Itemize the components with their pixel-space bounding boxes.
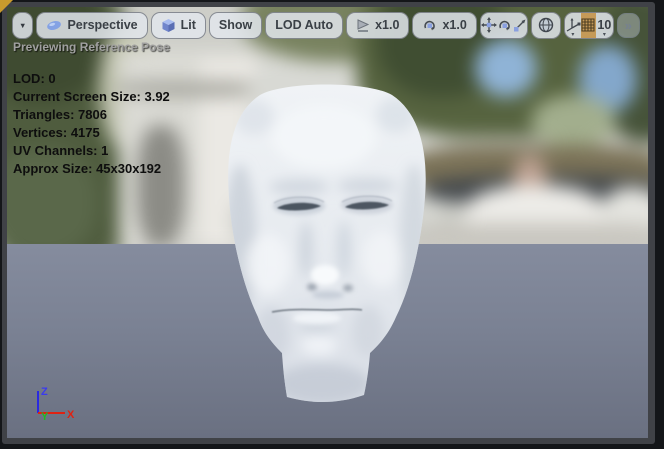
- rotate-tool-button[interactable]: [497, 13, 512, 38]
- turntable-speed-label: x1.0: [442, 18, 466, 32]
- viewport-options-button[interactable]: ▼: [12, 12, 33, 39]
- mesh-preview-window: ▼ Perspective Lit Show: [0, 0, 664, 449]
- turntable-speed-button[interactable]: x1.0: [412, 12, 476, 39]
- axis-z-label: Z: [41, 386, 48, 398]
- chevron-down-icon: ▾: [565, 32, 581, 38]
- lit-label: Lit: [181, 18, 196, 32]
- transform-tools-group: [480, 12, 528, 39]
- grid-snap-size-button[interactable]: 10 ▾: [596, 13, 613, 38]
- overflow-chevrons-icon: »: [625, 18, 632, 33]
- scale-icon: [512, 18, 527, 33]
- perspective-label: Perspective: [67, 18, 137, 32]
- rotate-icon: [497, 18, 512, 33]
- globe-icon: [538, 17, 554, 33]
- play-speed-icon: [356, 19, 370, 32]
- show-button[interactable]: Show: [209, 12, 262, 39]
- mesh-stats: LOD: 0 Current Screen Size: 3.92 Triangl…: [13, 70, 170, 178]
- lod-label: LOD Auto: [275, 18, 333, 32]
- chevron-down-icon: ▼: [19, 21, 26, 30]
- light-gap-blob: [531, 95, 616, 147]
- translate-icon: [481, 17, 497, 33]
- stat-approx-size: Approx Size: 45x30x192: [13, 160, 170, 178]
- 3d-viewport[interactable]: ▼ Perspective Lit Show: [7, 7, 648, 438]
- scale-tool-button[interactable]: [512, 13, 527, 38]
- stat-triangles: Triangles: 7806: [13, 106, 170, 124]
- toolbar-overflow-button[interactable]: »: [617, 13, 640, 38]
- stat-uv-channels: UV Channels: 1: [13, 142, 170, 160]
- show-label: Show: [219, 18, 252, 32]
- grid-snap-group: ▾ 10 ▾: [564, 12, 614, 39]
- ground-blob: [402, 223, 648, 244]
- preview-mesh-face: [220, 79, 434, 409]
- lit-cube-icon: [161, 18, 176, 33]
- turntable-icon: [422, 18, 437, 33]
- grid-snap-size-value: 10: [597, 19, 611, 32]
- perspective-icon: [46, 19, 62, 32]
- focus-corner-marker: [0, 0, 13, 13]
- axis-y-label: Y: [41, 411, 49, 423]
- chevron-down-icon: ▾: [596, 32, 613, 38]
- stat-lod: LOD: 0: [13, 70, 170, 88]
- axis-gizmo: Z X Y: [32, 382, 84, 430]
- sky-blob: [475, 39, 537, 97]
- transform-widget-button[interactable]: ▾: [565, 13, 581, 38]
- lod-auto-button[interactable]: LOD Auto: [265, 12, 343, 39]
- stat-vertices: Vertices: 4175: [13, 124, 170, 142]
- perspective-button[interactable]: Perspective: [36, 12, 147, 39]
- grid-snap-icon: [581, 18, 595, 32]
- world-space-button[interactable]: [531, 12, 561, 39]
- preview-mode-label: Previewing Reference Pose: [13, 40, 170, 54]
- axis-x-label: X: [67, 409, 75, 421]
- transform-widget-icon: [565, 18, 581, 32]
- translate-tool-button[interactable]: [481, 13, 497, 38]
- playback-speed-label: x1.0: [375, 18, 399, 32]
- grid-snap-toggle-button[interactable]: [581, 13, 596, 38]
- playback-speed-button[interactable]: x1.0: [346, 12, 409, 39]
- viewport-toolbar: ▼ Perspective Lit Show: [12, 11, 640, 39]
- lit-mode-button[interactable]: Lit: [151, 12, 206, 39]
- stat-screen-size: Current Screen Size: 3.92: [13, 88, 170, 106]
